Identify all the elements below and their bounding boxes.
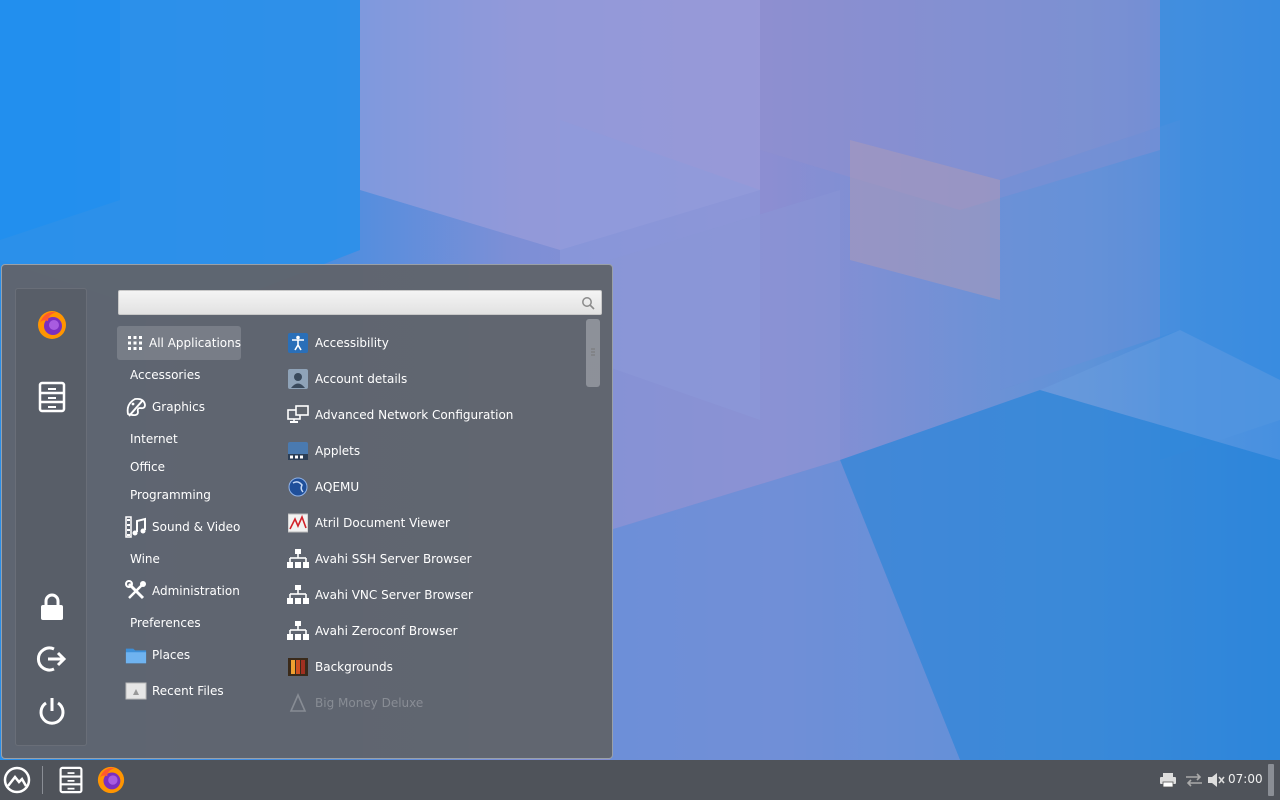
game-icon <box>287 692 309 714</box>
file-manager-icon <box>38 381 66 413</box>
category-label: Recent Files <box>152 684 224 698</box>
firefox-icon <box>38 311 66 339</box>
file-manager-icon <box>59 766 83 794</box>
app-big-money-deluxe[interactable]: Big Money Deluxe <box>285 686 575 720</box>
logout-button[interactable] <box>32 639 72 679</box>
favorite-file-manager[interactable] <box>32 377 72 417</box>
favorite-firefox[interactable] <box>32 305 72 345</box>
category-label: Preferences <box>130 616 201 630</box>
volume-muted-icon <box>1208 773 1225 787</box>
scrollbar-grip-icon <box>591 348 595 356</box>
app-advanced-network-configuration[interactable]: Advanced Network Configuration <box>285 398 575 432</box>
category-label: Sound & Video <box>152 520 241 534</box>
taskbar: 07:00 <box>0 760 1280 800</box>
menu-logo-icon <box>3 766 31 794</box>
folder-icon <box>125 644 147 666</box>
app-aqemu[interactable]: AQEMU <box>285 470 575 504</box>
app-accessibility[interactable]: Accessibility <box>285 326 575 360</box>
app-avahi-zeroconf-browser[interactable]: Avahi Zeroconf Browser <box>285 614 575 648</box>
show-desktop-button[interactable] <box>1268 764 1274 796</box>
avahi-icon <box>287 548 309 570</box>
category-label: Programming <box>130 488 211 502</box>
search-icon <box>582 297 595 310</box>
app-label: Backgrounds <box>315 660 393 674</box>
taskbar-separator <box>42 766 43 794</box>
aqemu-icon <box>287 476 309 498</box>
app-label: Applets <box>315 444 361 458</box>
app-avahi-ssh-server-browser[interactable]: Avahi SSH Server Browser <box>285 542 575 576</box>
account-icon <box>287 368 309 390</box>
app-label: Avahi SSH Server Browser <box>315 552 472 566</box>
lock-icon <box>41 593 63 620</box>
accessibility-icon <box>287 332 309 354</box>
category-graphics[interactable]: Graphics <box>117 390 241 424</box>
firefox-icon <box>97 766 125 794</box>
app-label: AQEMU <box>315 480 360 494</box>
category-label: Internet <box>130 432 178 446</box>
category-label: All Applications <box>149 336 241 350</box>
category-label: Places <box>152 648 191 662</box>
recent-files-icon <box>125 680 147 702</box>
clock[interactable]: 07:00 <box>1228 772 1263 786</box>
app-list-scrollbar[interactable] <box>586 319 600 387</box>
avahi-icon <box>287 620 309 642</box>
network-icon <box>287 404 309 426</box>
category-administration[interactable]: Administration <box>117 574 241 608</box>
taskbar-firefox-launcher[interactable] <box>95 764 127 796</box>
category-accessories[interactable]: Accessories <box>117 358 241 392</box>
app-label: Avahi Zeroconf Browser <box>315 624 458 638</box>
app-label: Atril Document Viewer <box>315 516 450 530</box>
grid-icon <box>125 332 144 354</box>
app-label: Big Money Deluxe <box>315 696 424 710</box>
category-label: Office <box>130 460 166 474</box>
document-viewer-icon <box>287 512 309 534</box>
app-label: Account details <box>315 372 408 386</box>
app-label: Accessibility <box>315 336 389 350</box>
category-preferences[interactable]: Preferences <box>117 606 241 640</box>
lock-screen-button[interactable] <box>32 587 72 627</box>
category-label: Graphics <box>152 400 205 414</box>
category-label: Accessories <box>130 368 201 382</box>
avahi-icon <box>287 584 309 606</box>
logout-icon <box>36 646 67 672</box>
category-sound-video[interactable]: Sound & Video <box>117 510 241 544</box>
category-label: Wine <box>130 552 160 566</box>
category-programming[interactable]: Programming <box>117 478 241 512</box>
category-wine[interactable]: Wine <box>117 542 241 576</box>
favorites-sidebar <box>15 288 87 746</box>
app-account-details[interactable]: Account details <box>285 362 575 396</box>
power-icon <box>39 698 65 725</box>
search-input[interactable] <box>125 294 575 312</box>
category-label: Administration <box>152 584 240 598</box>
app-label: Advanced Network Configuration <box>315 408 514 422</box>
menu-button[interactable] <box>1 764 33 796</box>
category-all-applications[interactable]: All Applications <box>117 326 241 360</box>
application-menu: All Applications Accessories Graphics In… <box>1 264 613 759</box>
shutdown-button[interactable] <box>32 691 72 731</box>
taskbar-file-manager-launcher[interactable] <box>55 764 87 796</box>
app-atril-document-viewer[interactable]: Atril Document Viewer <box>285 506 575 540</box>
sound-video-icon <box>125 516 147 538</box>
printer-icon <box>1160 773 1176 788</box>
backgrounds-icon <box>287 656 309 678</box>
app-applets[interactable]: Applets <box>285 434 575 468</box>
category-places[interactable]: Places <box>117 638 241 672</box>
graphics-icon <box>125 396 147 418</box>
search-box[interactable] <box>118 290 602 315</box>
app-avahi-vnc-server-browser[interactable]: Avahi VNC Server Browser <box>285 578 575 612</box>
app-backgrounds[interactable]: Backgrounds <box>285 650 575 684</box>
applets-icon <box>287 440 309 462</box>
app-label: Avahi VNC Server Browser <box>315 588 473 602</box>
administration-icon <box>125 580 147 602</box>
category-recent-files[interactable]: Recent Files <box>117 674 241 708</box>
